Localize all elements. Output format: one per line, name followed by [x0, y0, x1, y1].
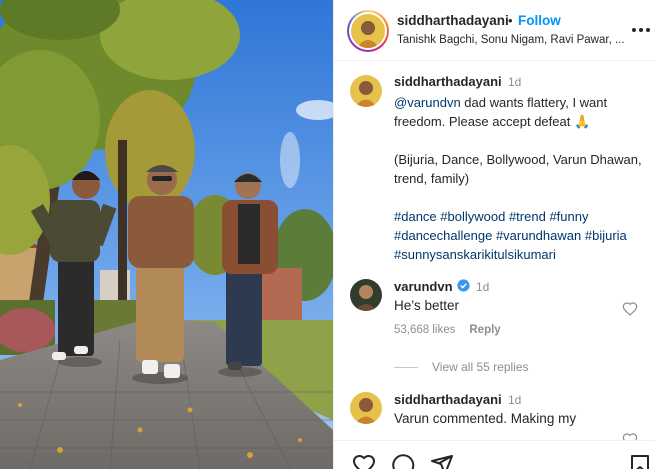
hashtag-link[interactable]: #bollywood	[440, 209, 505, 224]
comment-text: He’s better	[394, 298, 460, 313]
follow-button[interactable]: Follow	[518, 13, 561, 28]
action-bar	[334, 440, 655, 469]
hashtag-link[interactable]: #dancechallenge	[394, 228, 492, 243]
post-media[interactable]	[0, 0, 333, 469]
header-username[interactable]: siddharthadayani	[397, 13, 509, 28]
mention-link[interactable]: @varundvn	[394, 95, 461, 110]
save-icon[interactable]	[628, 453, 652, 469]
comment-icon[interactable]	[391, 453, 415, 469]
caption-time[interactable]: 1d	[508, 75, 521, 89]
hashtag-link[interactable]: #funny	[549, 209, 588, 224]
caption-text: @varundvn dad wants flattery, I want fre…	[394, 93, 644, 264]
comment-username[interactable]: siddharthadayani	[394, 392, 502, 407]
hashtag-link[interactable]: #sunnysanskarikitulsikumari	[394, 247, 556, 262]
heart-icon[interactable]	[622, 432, 638, 440]
heart-icon[interactable]	[352, 453, 376, 469]
caption-tags-line: (Bijuria, Dance, Bollywood, Varun Dhawan…	[394, 152, 642, 186]
hashtag-list: #dance #bollywood #trend #funny #dancech…	[394, 207, 644, 264]
verified-badge-icon	[457, 279, 470, 292]
more-options-icon[interactable]	[630, 20, 652, 38]
audio-credits[interactable]: Tanishk Bagchi, Sonu Nigam, Ravi Pawar, …	[397, 34, 625, 46]
heart-icon[interactable]	[622, 301, 638, 317]
comment-text: Varun commented. Making my	[394, 411, 577, 426]
post-panel: siddharthadayani • Follow Tanishk Bagchi…	[333, 0, 655, 469]
caption-username[interactable]: siddharthadayani	[394, 74, 502, 89]
separator-dot: •	[508, 13, 513, 28]
avatar[interactable]	[350, 279, 382, 311]
video-frame	[0, 0, 333, 469]
hashtag-link[interactable]: #varundhawan	[496, 228, 581, 243]
avatar[interactable]	[350, 75, 382, 107]
avatar[interactable]	[351, 14, 385, 48]
hashtag-link[interactable]: #dance	[394, 209, 437, 224]
share-icon[interactable]	[430, 453, 454, 469]
comment-username[interactable]: varundvn	[394, 279, 453, 294]
post-header: siddharthadayani • Follow Tanishk Bagchi…	[334, 0, 655, 61]
view-replies-link[interactable]: View all 55 replies	[394, 360, 529, 374]
comments-scroll-area[interactable]: siddharthadayani 1d @varundvn dad wants …	[334, 62, 655, 440]
comment-time[interactable]: 1d	[508, 393, 521, 407]
hashtag-link[interactable]: #trend	[509, 209, 546, 224]
comment-likes[interactable]: 53,668 likes	[394, 324, 455, 336]
hashtag-link[interactable]: #bijuria	[585, 228, 627, 243]
avatar[interactable]	[350, 392, 382, 424]
pray-emoji: 🙏	[573, 114, 591, 129]
comment-time[interactable]: 1d	[476, 280, 489, 294]
story-ring[interactable]	[347, 10, 389, 52]
comment-meta: 53,668 likes Reply	[394, 324, 501, 336]
reply-button[interactable]: Reply	[469, 324, 500, 336]
